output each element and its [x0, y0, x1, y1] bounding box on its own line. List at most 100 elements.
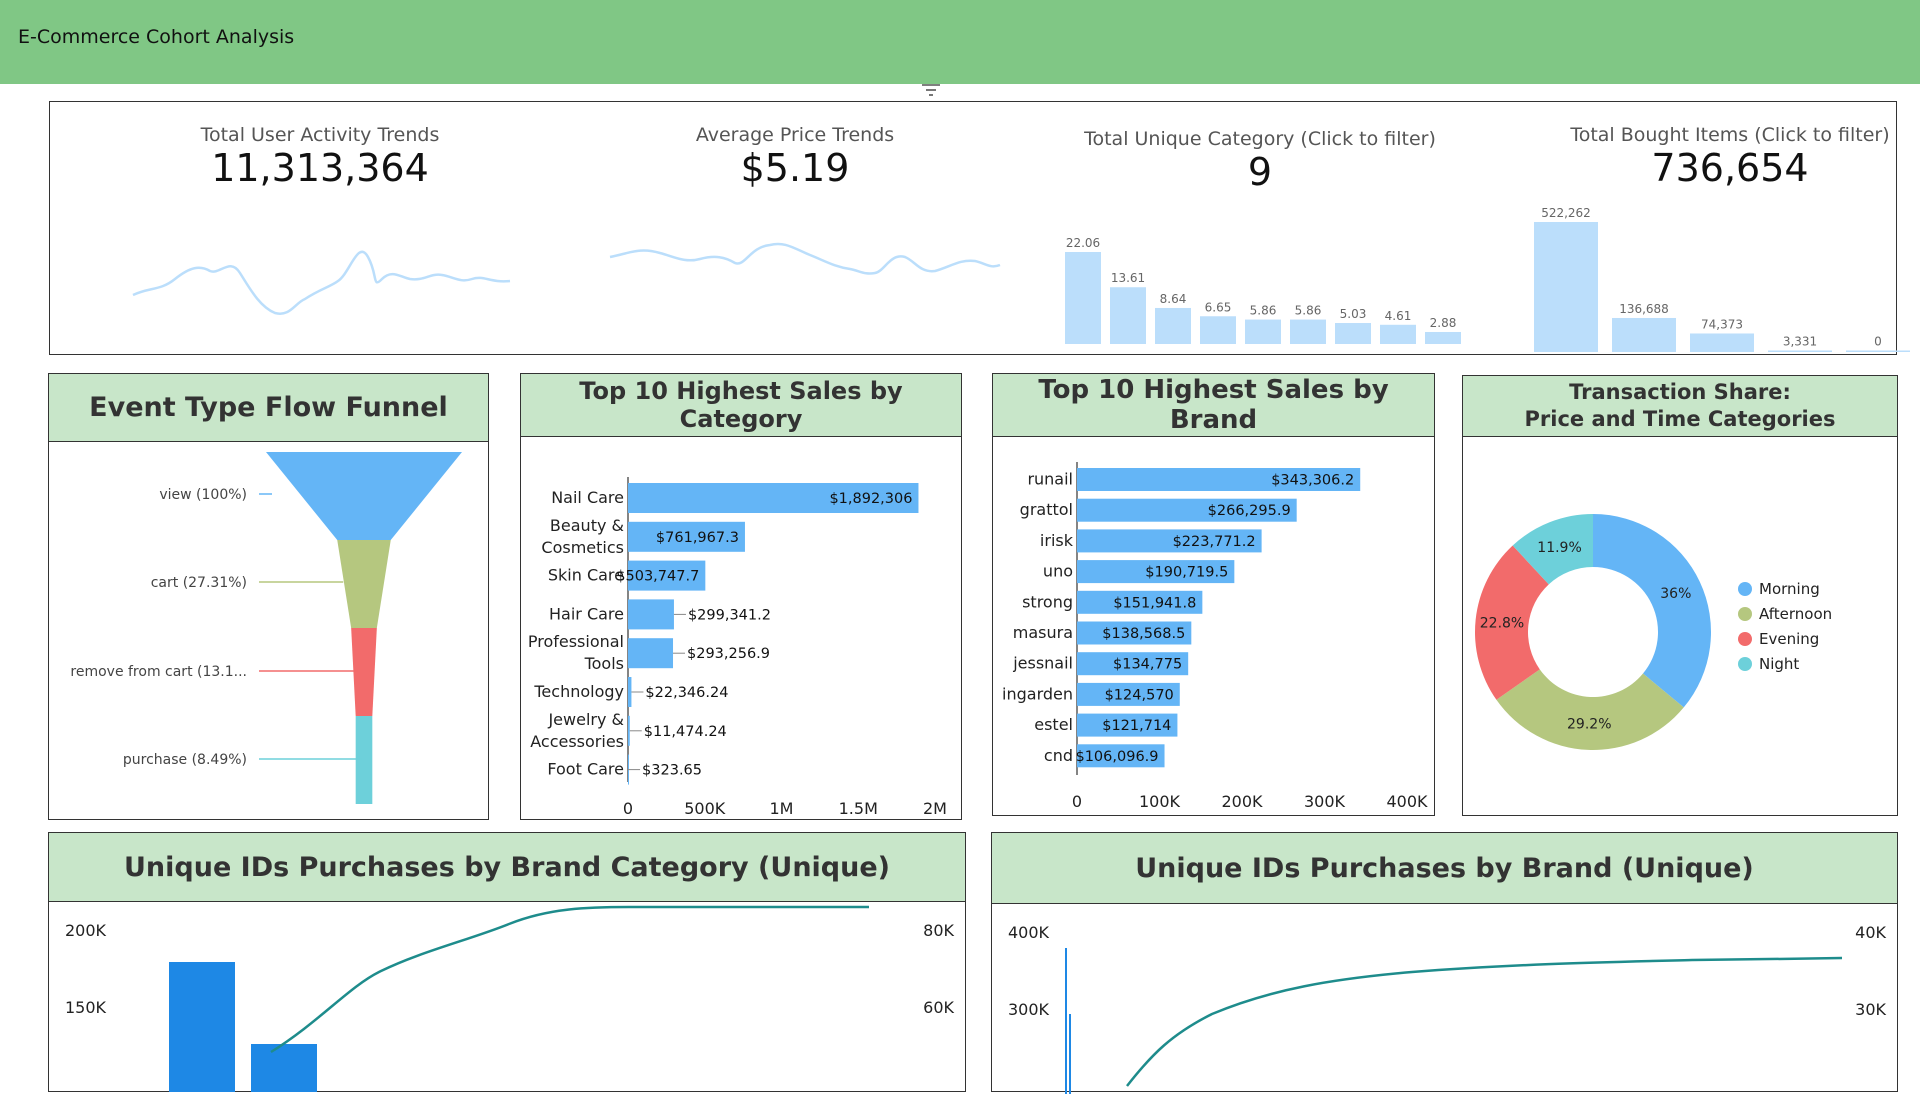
- mini-bar-label: 4.61: [1385, 309, 1412, 323]
- funnel-segment: [351, 628, 377, 716]
- bar: [1065, 948, 1067, 1094]
- x-tick-label: 400K: [1386, 792, 1428, 811]
- mini-bar: [1380, 324, 1416, 344]
- slice-label: 22.8%: [1480, 615, 1524, 631]
- mini-bar: [1425, 331, 1461, 344]
- data-label: $299,341.2: [688, 607, 771, 623]
- app-header: E-Commerce Cohort Analysis: [0, 0, 1920, 84]
- mini-bar: [1245, 319, 1281, 344]
- mini-bar: [1690, 333, 1754, 352]
- category-label: ingarden: [1002, 684, 1073, 703]
- funnel-label: purchase (8.49%): [123, 752, 247, 768]
- category-label: Beauty &: [550, 516, 624, 535]
- average-price-sparkline: [609, 242, 1001, 275]
- y-tick-label: 40K: [1855, 923, 1886, 942]
- category-label: Accessories: [530, 732, 624, 751]
- y-tick-label: 300K: [1008, 1000, 1050, 1019]
- y-tick-label: 200K: [65, 921, 107, 940]
- x-tick-label: 1M: [770, 799, 794, 818]
- brand-bar-chart[interactable]: runail $343,306.2 grattol $266,295.9 irisk $2…: [993, 437, 1433, 814]
- funnel-label: view (100%): [159, 487, 247, 503]
- category-label: grattol: [1020, 500, 1073, 519]
- panel-title: Top 10 Highest Sales by Brand: [993, 374, 1434, 437]
- funnel-segment: [337, 540, 391, 628]
- category-label: cnd: [1044, 746, 1073, 765]
- y-tick-label: 400K: [1008, 923, 1050, 942]
- category-label: Cosmetics: [541, 538, 624, 557]
- x-tick-label: 0: [1072, 792, 1082, 811]
- unique-category-mini-bars[interactable]: 22.06 13.61 8.64 6.65 5.86 5.86 5.03 4.61 2.88: [1010, 224, 1470, 354]
- mini-bar: [1846, 350, 1910, 352]
- donut-chart[interactable]: 36% 29.2% 22.8% 11.9% Morning Afternoon Evenin…: [1463, 437, 1896, 814]
- category-label: strong: [1022, 592, 1073, 611]
- mini-bar-label: 0: [1874, 335, 1882, 349]
- mini-bar: [1768, 350, 1832, 352]
- x-tick-label: 2M: [923, 799, 947, 818]
- panel-title: Top 10 Highest Sales by Category: [521, 374, 961, 437]
- brand-unique-panel: Unique IDs Purchases by Brand (Unique) 4…: [991, 832, 1898, 1094]
- mini-bar: [1110, 287, 1146, 344]
- donut-slice: [1593, 514, 1711, 708]
- funnel-label: remove from cart (13.1...: [70, 664, 247, 680]
- mini-bar: [1155, 307, 1191, 344]
- legend-label: Evening: [1759, 630, 1819, 648]
- x-tick-label: 300K: [1304, 792, 1346, 811]
- data-label: $503,747.7: [616, 569, 699, 585]
- data-label: $323.65: [642, 763, 702, 779]
- data-label: $138,568.5: [1102, 626, 1185, 642]
- funnel-segment: [355, 716, 373, 804]
- mini-bar-label: 3,331: [1783, 335, 1817, 349]
- panel-title: Event Type Flow Funnel: [49, 374, 488, 442]
- category-label: masura: [1013, 623, 1073, 642]
- brand-unique-combo-chart[interactable]: 400K 300K 40K 30K: [992, 904, 1896, 1094]
- kpi-user-activity: Total User Activity Trends 11,313,364: [130, 102, 510, 190]
- mini-bar-label: 522,262: [1541, 206, 1591, 220]
- app-title: E-Commerce Cohort Analysis: [18, 26, 295, 48]
- mini-bar: [1290, 319, 1326, 344]
- data-label: $22,346.24: [645, 685, 728, 701]
- bar: [251, 1044, 317, 1092]
- mini-bar-label: 5.86: [1250, 304, 1277, 318]
- data-label: $1,892,306: [829, 491, 912, 507]
- kpi-title: Average Price Trends: [695, 124, 895, 146]
- mini-bar: [1335, 323, 1371, 344]
- slice-label: 36%: [1660, 586, 1691, 602]
- mini-bar: [1200, 316, 1236, 344]
- kpi-title: Total User Activity Trends: [200, 124, 440, 146]
- panel-title: Transaction Share: Price and Time Catego…: [1463, 376, 1897, 437]
- category-bar-chart[interactable]: Nail Care $1,892,306 Beauty & Cosmetics $761…: [521, 437, 960, 818]
- funnel-chart[interactable]: view (100%) cart (27.31%) remove from cart…: [49, 442, 487, 818]
- category-panel: Top 10 Highest Sales by Category Nail Ca…: [520, 373, 962, 820]
- kpi-unique-category[interactable]: Total Unique Category (Click to filter) …: [1070, 102, 1450, 194]
- bar: [628, 677, 632, 707]
- brand-category-combo-chart[interactable]: 200K 150K 80K 60K: [49, 902, 964, 1092]
- cumulative-line: [1126, 956, 1843, 1087]
- category-label: Jewelry &: [547, 710, 624, 729]
- filter-icon[interactable]: [920, 82, 942, 98]
- panel-title-line: Transaction Share:: [1569, 380, 1791, 404]
- panel-title: Unique IDs Purchases by Brand Category (…: [49, 833, 965, 902]
- kpi-bought-items[interactable]: Total Bought Items (Click to filter) 736…: [1540, 102, 1920, 190]
- brand-category-panel: Unique IDs Purchases by Brand Category (…: [48, 832, 966, 1092]
- legend-marker: [1738, 657, 1752, 671]
- bar: [169, 962, 235, 1092]
- data-label: $190,719.5: [1145, 565, 1228, 581]
- mini-bar: [1612, 317, 1676, 352]
- data-label: $121,714: [1102, 718, 1171, 734]
- y-tick-label: 150K: [65, 998, 107, 1017]
- donut-panel: Transaction Share: Price and Time Catego…: [1462, 375, 1898, 816]
- bar: [1069, 1014, 1071, 1094]
- bought-items-mini-bars[interactable]: 522,262 136,688 74,373 3,331 0: [1480, 182, 1910, 354]
- category-label: Professional: [528, 632, 624, 651]
- legend-marker: [1738, 607, 1752, 621]
- mini-bar: [1065, 252, 1101, 344]
- data-label: $343,306.2: [1271, 473, 1354, 489]
- legend-label: Morning: [1759, 580, 1820, 598]
- funnel-panel: Event Type Flow Funnel view (100%) cart (…: [48, 373, 489, 820]
- category-label: irisk: [1040, 531, 1074, 550]
- brand-panel: Top 10 Highest Sales by Brand runail $343…: [992, 373, 1435, 816]
- kpi-average-price: Average Price Trends $5.19: [605, 102, 985, 190]
- data-label: $134,775: [1113, 657, 1182, 673]
- cumulative-line: [270, 905, 869, 1054]
- category-label: Foot Care: [547, 760, 624, 779]
